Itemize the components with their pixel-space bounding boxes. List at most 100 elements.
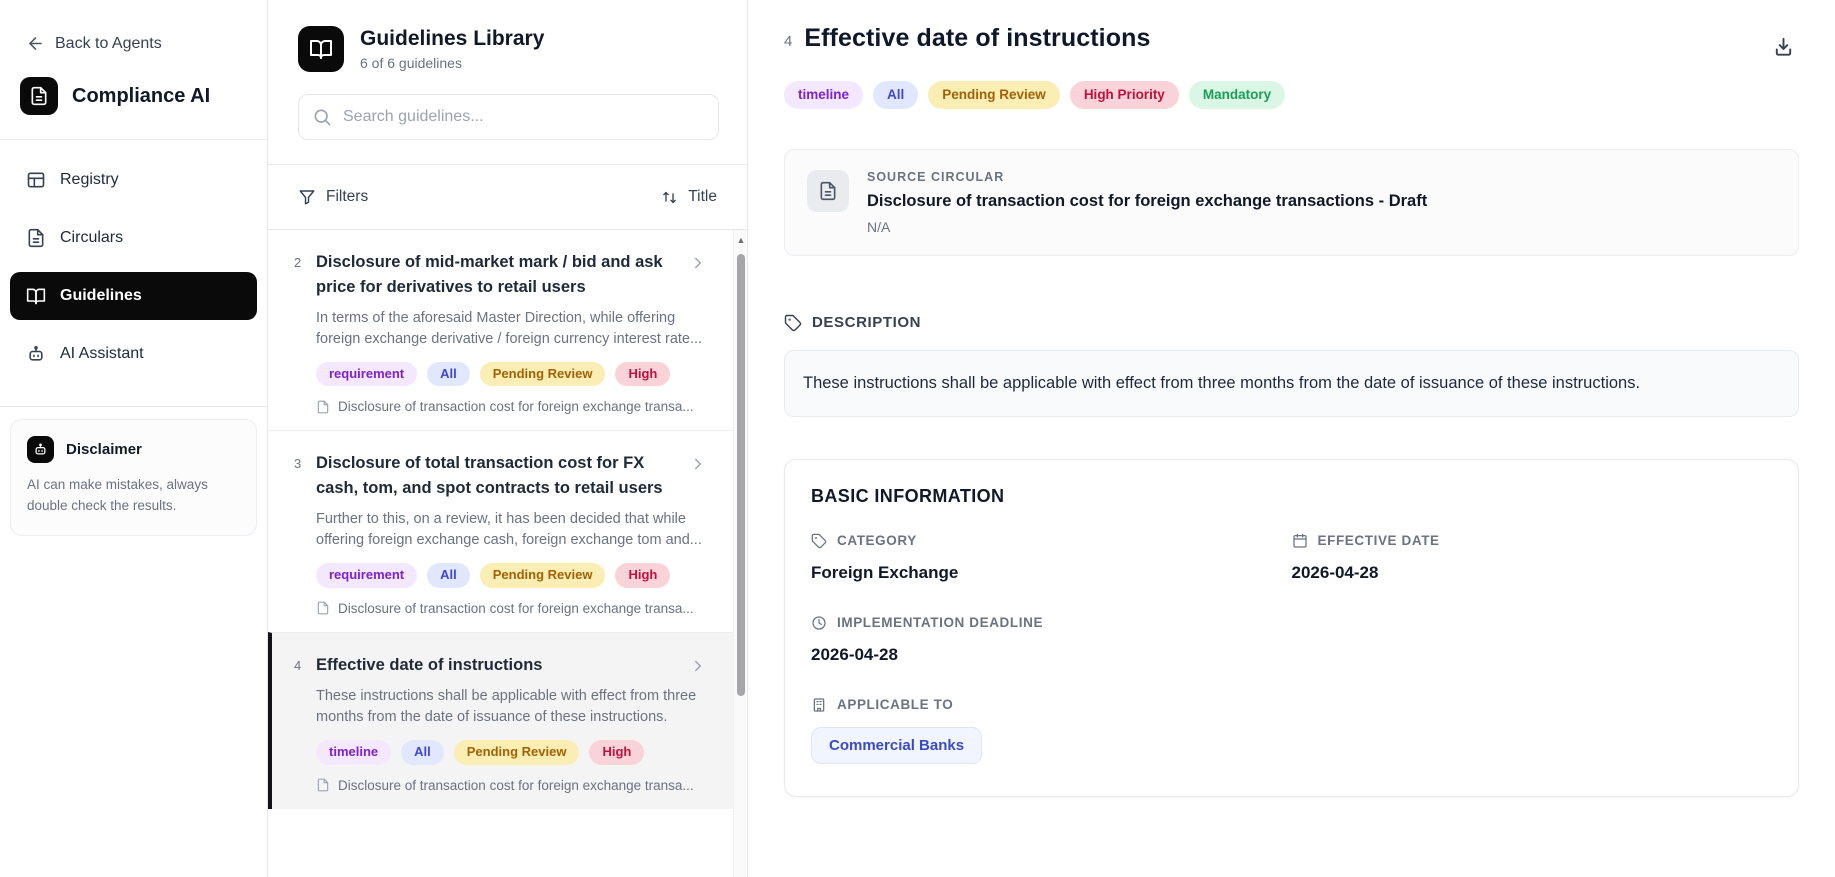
tag-icon bbox=[784, 314, 802, 331]
filters-button[interactable]: Filters bbox=[298, 188, 368, 206]
item-header: 4 Effective date of instructions bbox=[294, 653, 707, 678]
field-label-row: IMPLEMENTATION DEADLINE bbox=[811, 615, 1292, 631]
tag-chip: Pending Review bbox=[479, 562, 606, 588]
guidelines-list: 2 Disclosure of mid-market mark / bid an… bbox=[268, 229, 747, 877]
field-category: CATEGORY Foreign Exchange bbox=[811, 533, 1292, 583]
tag-chip: High bbox=[589, 739, 645, 765]
tag-chip: All bbox=[873, 81, 919, 109]
description-section-header: DESCRIPTION bbox=[784, 314, 1799, 332]
source-circular-sub: N/A bbox=[867, 218, 891, 235]
tag-chip: Pending Review bbox=[479, 361, 606, 387]
tag-chip: requirement bbox=[316, 361, 418, 387]
item-number: 3 bbox=[294, 456, 302, 472]
item-source-row: Disclosure of transaction cost for forei… bbox=[316, 601, 707, 616]
tag-chip: Mandatory bbox=[1188, 81, 1286, 109]
item-header: 3 Disclosure of total transaction cost f… bbox=[294, 451, 707, 501]
search-input[interactable] bbox=[298, 94, 719, 140]
divider bbox=[0, 406, 267, 407]
detail-number: 4 bbox=[784, 33, 793, 50]
download-button[interactable] bbox=[1768, 32, 1799, 66]
search-icon bbox=[314, 109, 331, 126]
library-count: 6 of 6 guidelines bbox=[360, 55, 462, 71]
sort-arrows-icon bbox=[663, 191, 677, 203]
file-icon bbox=[317, 778, 329, 792]
page-title: Effective date of instructions bbox=[804, 24, 1151, 52]
category-value: Foreign Exchange bbox=[811, 562, 959, 582]
tag-chip: timeline bbox=[316, 739, 392, 765]
sidebar-item-label: Guidelines bbox=[60, 287, 142, 304]
detail-header: 4 Effective date of instructions bbox=[784, 24, 1799, 66]
app-window: Back to Agents Compliance AI Registry Ci… bbox=[0, 0, 1835, 877]
sidebar-item-label: Registry bbox=[60, 171, 119, 188]
guideline-list-item-3[interactable]: 3 Disclosure of total transaction cost f… bbox=[268, 430, 747, 632]
applicable-to-chip[interactable]: Commercial Banks bbox=[811, 726, 983, 764]
implementation-deadline-value: 2026-04-28 bbox=[811, 644, 898, 664]
scrollbar-thumb[interactable] bbox=[737, 254, 745, 696]
item-source-title: Disclosure of transaction cost for forei… bbox=[338, 399, 694, 415]
sort-button[interactable]: Title bbox=[661, 188, 717, 206]
chevron-right-icon[interactable] bbox=[689, 254, 707, 272]
item-source-title: Disclosure of transaction cost for forei… bbox=[338, 600, 694, 616]
item-number: 4 bbox=[294, 657, 302, 673]
chevron-right-icon[interactable] bbox=[689, 455, 707, 473]
item-header: 2 Disclosure of mid-market mark / bid an… bbox=[294, 250, 707, 300]
tag-chip: All bbox=[427, 562, 470, 588]
table-icon bbox=[27, 172, 45, 188]
item-tags: timeline All Pending Review High bbox=[316, 739, 707, 765]
bank-building-icon bbox=[813, 698, 825, 712]
brand-name: Compliance AI bbox=[72, 84, 211, 107]
scrollbar-up-arrow[interactable]: ▲ bbox=[736, 234, 746, 246]
brand: Compliance AI bbox=[0, 53, 267, 115]
tag-chip: High Priority bbox=[1069, 81, 1179, 109]
sidebar-item-registry[interactable]: Registry bbox=[10, 156, 257, 204]
item-title: Effective date of instructions bbox=[316, 655, 543, 674]
sort-label: Title bbox=[688, 188, 717, 205]
tag-chip: All bbox=[427, 361, 470, 387]
book-open-icon bbox=[26, 288, 46, 305]
item-source-row: Disclosure of transaction cost for forei… bbox=[316, 399, 707, 414]
guideline-detail-panel: 4 Effective date of instructions timelin… bbox=[748, 0, 1835, 877]
guideline-list-item-2[interactable]: 2 Disclosure of mid-market mark / bid an… bbox=[268, 230, 747, 431]
tag-chip: Pending Review bbox=[453, 739, 580, 765]
basic-information-card: BASIC INFORMATION CATEGORY Foreign Excha… bbox=[784, 458, 1799, 797]
category-label: CATEGORY bbox=[837, 533, 917, 549]
tag-chip: High bbox=[615, 562, 671, 588]
clock-icon bbox=[812, 616, 826, 630]
sidebar: Back to Agents Compliance AI Registry Ci… bbox=[0, 0, 268, 877]
field-effective-date: EFFECTIVE DATE 2026-04-28 bbox=[1292, 533, 1773, 583]
description-box: These instructions shall be applicable w… bbox=[784, 349, 1799, 417]
tag-chip: All bbox=[401, 739, 444, 765]
tag-chip: High bbox=[615, 361, 671, 387]
source-circular-card[interactable]: SOURCE CIRCULAR Disclosure of transactio… bbox=[784, 148, 1799, 256]
filter-icon bbox=[299, 190, 315, 205]
field-implementation-deadline: IMPLEMENTATION DEADLINE 2026-04-28 bbox=[811, 615, 1292, 665]
sidebar-item-circulars[interactable]: Circulars bbox=[10, 214, 257, 262]
arrow-left-icon bbox=[29, 37, 42, 50]
guideline-list-item-4-selected[interactable]: 4 Effective date of instructions These i… bbox=[268, 631, 747, 809]
item-title: Disclosure of mid-market mark / bid and … bbox=[316, 253, 663, 296]
library-title-block: Guidelines Library 6 of 6 guidelines bbox=[360, 27, 544, 71]
item-description: These instructions shall be applicable w… bbox=[316, 687, 697, 725]
filters-row: Filters Title bbox=[268, 165, 747, 229]
back-to-agents-link[interactable]: Back to Agents bbox=[0, 0, 267, 53]
sidebar-item-label: Circulars bbox=[60, 229, 124, 246]
tag-chip: timeline bbox=[784, 81, 864, 109]
grid-spacer bbox=[1292, 615, 1773, 665]
chevron-right-icon[interactable] bbox=[689, 657, 707, 675]
disclaimer-body: AI can make mistakes, always double chec… bbox=[27, 477, 208, 513]
book-open-icon bbox=[298, 26, 344, 72]
file-icon bbox=[317, 400, 329, 414]
list-scrollbar[interactable]: ▲ bbox=[733, 230, 747, 877]
calendar-icon bbox=[1292, 533, 1307, 548]
field-label-row: APPLICABLE TO bbox=[811, 697, 1292, 713]
file-icon bbox=[807, 169, 849, 212]
bot-badge-icon bbox=[27, 436, 54, 463]
disclaimer-title: Disclaimer bbox=[66, 441, 142, 458]
disclaimer-header: Disclaimer bbox=[27, 436, 240, 463]
sidebar-item-guidelines[interactable]: Guidelines bbox=[10, 272, 257, 320]
sidebar-item-ai-assistant[interactable]: AI Assistant bbox=[10, 330, 257, 378]
basic-information-heading: BASIC INFORMATION bbox=[811, 485, 1005, 506]
item-source-row: Disclosure of transaction cost for forei… bbox=[316, 778, 707, 793]
back-label: Back to Agents bbox=[55, 34, 162, 52]
tag-chip: Pending Review bbox=[928, 81, 1060, 109]
